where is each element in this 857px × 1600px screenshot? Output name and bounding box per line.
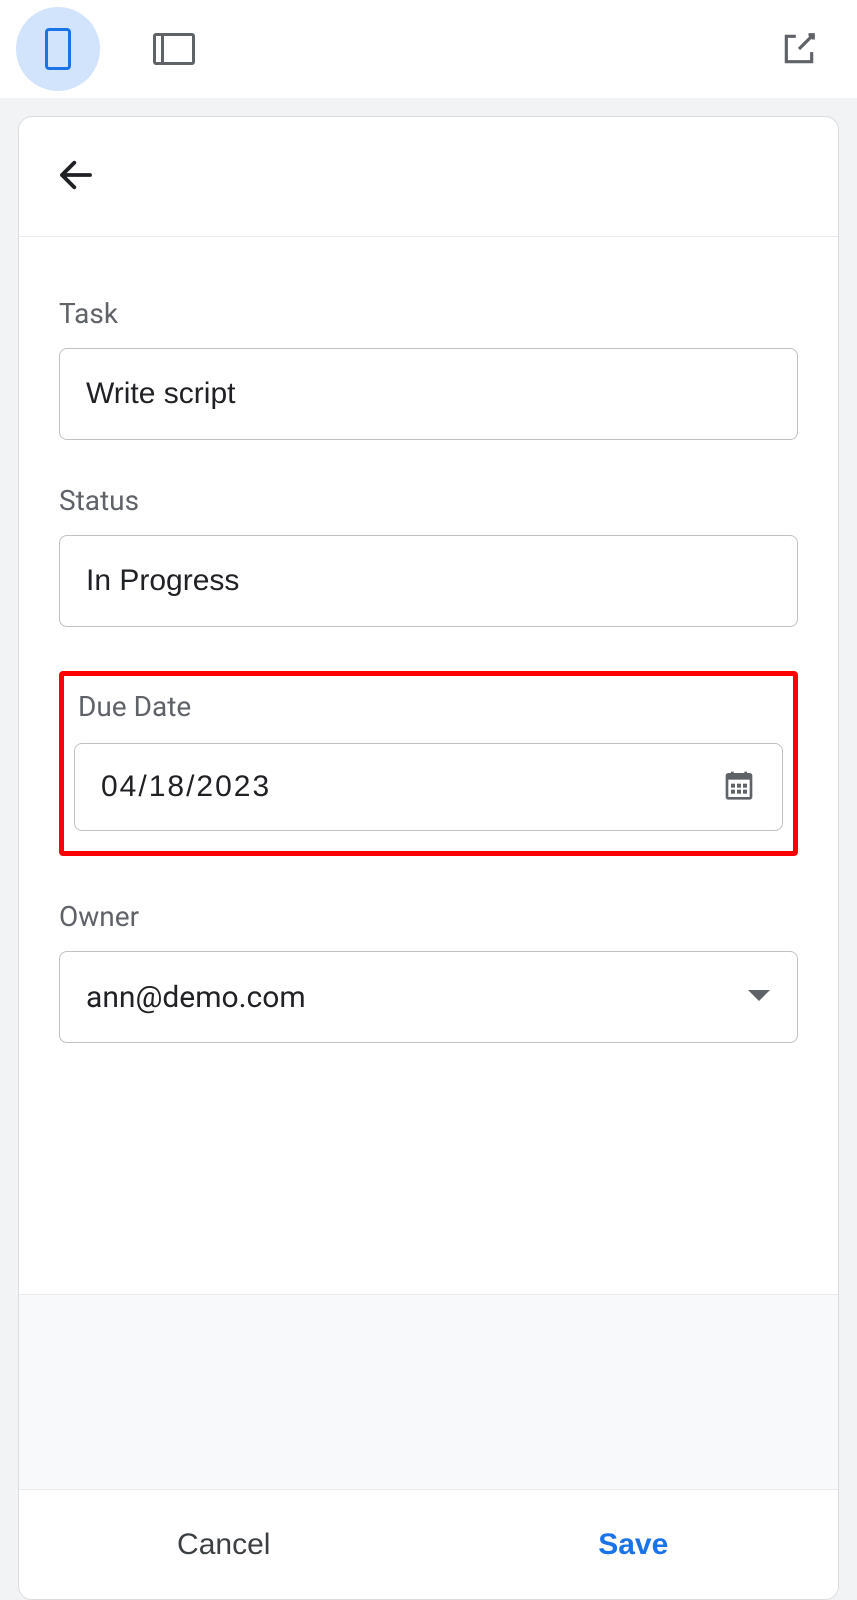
- card-header: [19, 117, 838, 237]
- toolbar-left: [16, 7, 216, 91]
- calendar-icon: [723, 768, 755, 802]
- back-arrow-icon: [55, 154, 97, 196]
- mobile-view-button[interactable]: [16, 7, 100, 91]
- footer-actions: Cancel Save: [19, 1489, 838, 1599]
- status-input[interactable]: [59, 535, 798, 627]
- task-label: Task: [59, 297, 798, 330]
- page-background: Task Status Due Date: [0, 98, 857, 1600]
- owner-value: ann@demo.com: [86, 980, 306, 1015]
- tablet-icon: [153, 33, 195, 65]
- form-card: Task Status Due Date: [18, 116, 839, 1600]
- owner-field-group: Owner ann@demo.com: [59, 900, 798, 1043]
- back-button[interactable]: [55, 154, 97, 200]
- save-button[interactable]: Save: [429, 1490, 839, 1599]
- task-input[interactable]: [59, 348, 798, 440]
- due-date-input[interactable]: [74, 743, 783, 831]
- owner-label: Owner: [59, 900, 798, 933]
- date-input-wrap: [74, 743, 783, 831]
- cancel-button[interactable]: Cancel: [19, 1490, 429, 1599]
- top-toolbar: [0, 0, 857, 98]
- owner-select-wrap: ann@demo.com: [59, 951, 798, 1043]
- open-external-button[interactable]: [757, 7, 841, 91]
- task-field-group: Task: [59, 297, 798, 440]
- calendar-picker-button[interactable]: [723, 768, 755, 806]
- external-link-icon: [780, 30, 818, 68]
- spacer-section: [19, 1294, 838, 1489]
- due-date-highlight: Due Date: [59, 671, 798, 856]
- status-field-group: Status: [59, 484, 798, 627]
- owner-select[interactable]: ann@demo.com: [59, 951, 798, 1043]
- tablet-view-button[interactable]: [132, 7, 216, 91]
- status-label: Status: [59, 484, 798, 517]
- form-body: Task Status Due Date: [19, 237, 838, 1294]
- due-date-label: Due Date: [78, 690, 783, 723]
- mobile-icon: [45, 28, 71, 70]
